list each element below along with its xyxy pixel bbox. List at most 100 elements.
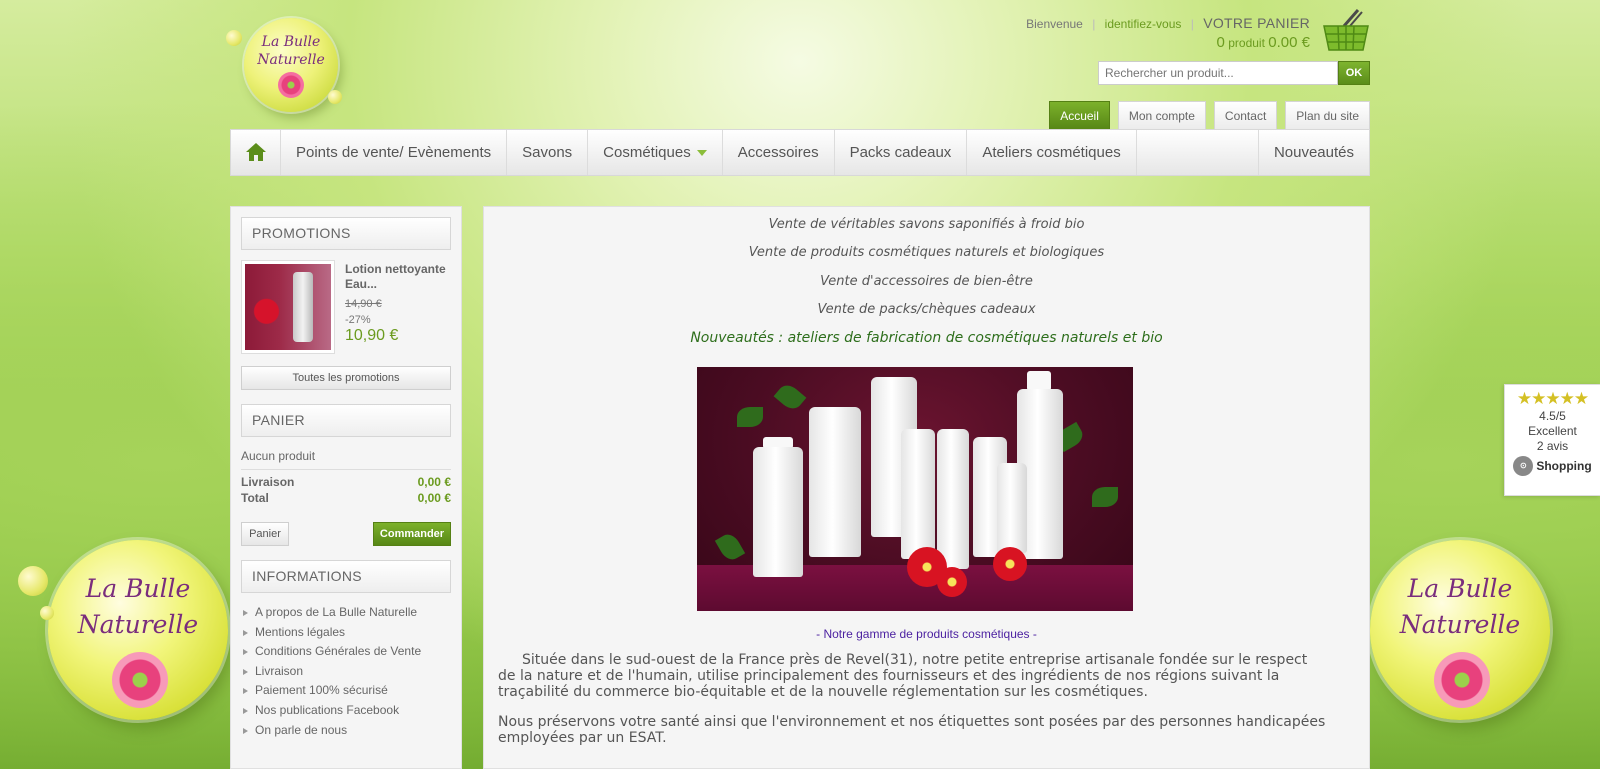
separator: | xyxy=(1190,17,1194,31)
cream-bottle xyxy=(901,429,935,559)
nav-packs-cadeaux[interactable]: Packs cadeaux xyxy=(835,130,968,175)
nav-cosmetiques-label: Cosmétiques xyxy=(603,144,691,161)
product-name[interactable]: Lotion nettoyante Eau... xyxy=(345,262,455,292)
nav-savons[interactable]: Savons xyxy=(507,130,589,175)
bottle-shape xyxy=(293,272,313,342)
nav-points-de-vente[interactable]: Points de vente/ Evènements xyxy=(281,130,508,175)
bubble-text-line1: La Bulle xyxy=(85,574,191,603)
home-icon xyxy=(246,143,266,161)
top-tabs: Accueil Mon compte Contact Plan du site xyxy=(1049,101,1370,129)
divider xyxy=(241,469,451,470)
main-content: Vente de véritables savons saponifiés à … xyxy=(483,206,1370,769)
flower-icon xyxy=(1434,652,1490,708)
promotion-item[interactable]: Lotion nettoyante Eau... 14,90 € -27% 10… xyxy=(241,260,451,366)
user-links: Bienvenue | identifiez-vous | VOTRE PANI… xyxy=(1026,15,1310,31)
informations-list: A propos de La Bulle Naturelle Mentions … xyxy=(241,603,451,740)
pump-cap xyxy=(1027,371,1051,391)
cart-summary[interactable]: 0 produit 0.00 € xyxy=(1217,34,1310,51)
red-flower xyxy=(937,567,967,597)
cart-title[interactable]: VOTRE PANIER xyxy=(1203,15,1310,31)
info-link-about[interactable]: A propos de La Bulle Naturelle xyxy=(241,603,451,623)
login-link[interactable]: identifiez-vous xyxy=(1105,17,1182,31)
product-price: 10,90 € xyxy=(345,327,399,344)
all-promotions-button[interactable]: Toutes les promotions xyxy=(241,366,451,390)
nav-ateliers-cosmetiques[interactable]: Ateliers cosmétiques xyxy=(967,130,1137,175)
review-widget[interactable]: ★★★★★ 4.5/5 Excellent 2 avis ⊙ Shopping xyxy=(1504,384,1600,496)
site-logo[interactable]: La Bulle Naturelle xyxy=(244,18,338,112)
values-description: Nous préservons votre santé ainsi que l'… xyxy=(498,714,1326,746)
shopping-basket-icon[interactable] xyxy=(1322,8,1370,52)
order-button[interactable]: Commander xyxy=(373,522,451,546)
total-value: 0,00 € xyxy=(417,491,451,505)
ivy-leaf xyxy=(773,380,807,414)
page-wrapper: La Bulle Naturelle Bienvenue | identifie… xyxy=(226,0,1370,769)
nav-nouveautes[interactable]: Nouveautés xyxy=(1259,130,1369,175)
bubble-text-line2: Naturelle xyxy=(77,610,199,639)
product-image[interactable] xyxy=(241,260,335,354)
shipping-label: Livraison xyxy=(241,475,295,489)
bubble-text-line2: Naturelle xyxy=(1399,610,1521,639)
total-row: Total 0,00 € xyxy=(241,490,451,506)
total-label: Total xyxy=(241,491,269,505)
welcome-text: Bienvenue xyxy=(1026,17,1083,31)
cart-empty-text: Aucun produit xyxy=(241,449,316,463)
info-link-cgv[interactable]: Conditions Générales de Vente xyxy=(241,642,451,662)
intro-line-gifts: Vente de packs/chèques cadeaux xyxy=(817,302,1036,317)
main-navigation: Points de vente/ Evènements Savons Cosmé… xyxy=(230,129,1370,176)
search-input[interactable] xyxy=(1098,61,1338,85)
ivy-leaf xyxy=(737,407,763,427)
cart-buttons: Panier Commander xyxy=(241,522,451,546)
cream-bottle xyxy=(997,463,1027,553)
decorative-bubble xyxy=(40,606,54,620)
rating-label: Excellent xyxy=(1528,424,1577,438)
nav-home[interactable] xyxy=(231,130,281,175)
cart-unit: produit xyxy=(1228,36,1265,50)
product-photo xyxy=(245,264,331,350)
info-link-press[interactable]: On parle de nous xyxy=(241,721,451,741)
informations-title[interactable]: INFORMATIONS xyxy=(241,560,451,593)
photo-caption: - Notre gamme de produits cosmétiques - xyxy=(816,627,1037,641)
news-headline: Nouveautés : ateliers de fabrication de … xyxy=(690,330,1163,346)
shopping-brand-icon: ⊙ xyxy=(1513,456,1534,476)
decorative-bubble xyxy=(328,90,342,104)
review-brand-label: Shopping xyxy=(1536,459,1592,473)
flower-icon xyxy=(278,72,304,98)
tab-plan-du-site[interactable]: Plan du site xyxy=(1285,101,1370,129)
rating-stars-icon: ★★★★★ xyxy=(1516,389,1589,408)
info-link-legal[interactable]: Mentions légales xyxy=(241,623,451,643)
left-sidebar: PROMOTIONS Lotion nettoyante Eau... 14,9… xyxy=(230,206,462,769)
info-link-payment[interactable]: Paiement 100% sécurisé xyxy=(241,681,451,701)
cart-count: 0 xyxy=(1216,34,1225,51)
review-count: 2 avis xyxy=(1536,439,1569,453)
nav-accessoires[interactable]: Accessoires xyxy=(723,130,835,175)
search-button[interactable]: OK xyxy=(1338,61,1370,85)
decorative-logo-bubble-right: La Bulle Naturelle xyxy=(1370,540,1550,720)
cart-button[interactable]: Panier xyxy=(241,522,289,546)
search-bar: OK xyxy=(1098,61,1370,85)
tab-mon-compte[interactable]: Mon compte xyxy=(1117,101,1206,129)
logo-text-line1: La Bulle xyxy=(261,34,321,50)
discount-badge: -27% xyxy=(345,314,371,326)
chevron-down-icon xyxy=(696,150,707,157)
review-brand: ⊙ Shopping xyxy=(1505,456,1600,476)
products-photo xyxy=(697,367,1133,611)
decorative-bubble xyxy=(18,566,48,596)
nav-cosmetiques[interactable]: Cosmétiques xyxy=(588,130,723,175)
intro-line-soaps: Vente de véritables savons saponifiés à … xyxy=(768,217,1085,232)
logo-text-line2: Naturelle xyxy=(257,52,325,68)
tab-accueil[interactable]: Accueil xyxy=(1049,101,1110,129)
cream-bottle xyxy=(753,447,803,577)
intro-line-accessories: Vente d'accessoires de bien-être xyxy=(820,274,1033,289)
ivy-leaf xyxy=(714,530,746,564)
cart-block-title[interactable]: PANIER xyxy=(241,404,451,437)
old-price: 14,90 € xyxy=(345,298,382,310)
info-link-delivery[interactable]: Livraison xyxy=(241,662,451,682)
info-link-facebook[interactable]: Nos publications Facebook xyxy=(241,701,451,721)
tab-contact[interactable]: Contact xyxy=(1213,101,1278,129)
decorative-logo-bubble-left: La Bulle Naturelle xyxy=(48,540,228,720)
cream-bottle xyxy=(937,429,969,569)
red-flower xyxy=(993,547,1027,581)
ivy-leaf xyxy=(1092,487,1118,507)
promotions-title[interactable]: PROMOTIONS xyxy=(241,217,451,250)
cart-amount: 0.00 € xyxy=(1268,34,1310,51)
